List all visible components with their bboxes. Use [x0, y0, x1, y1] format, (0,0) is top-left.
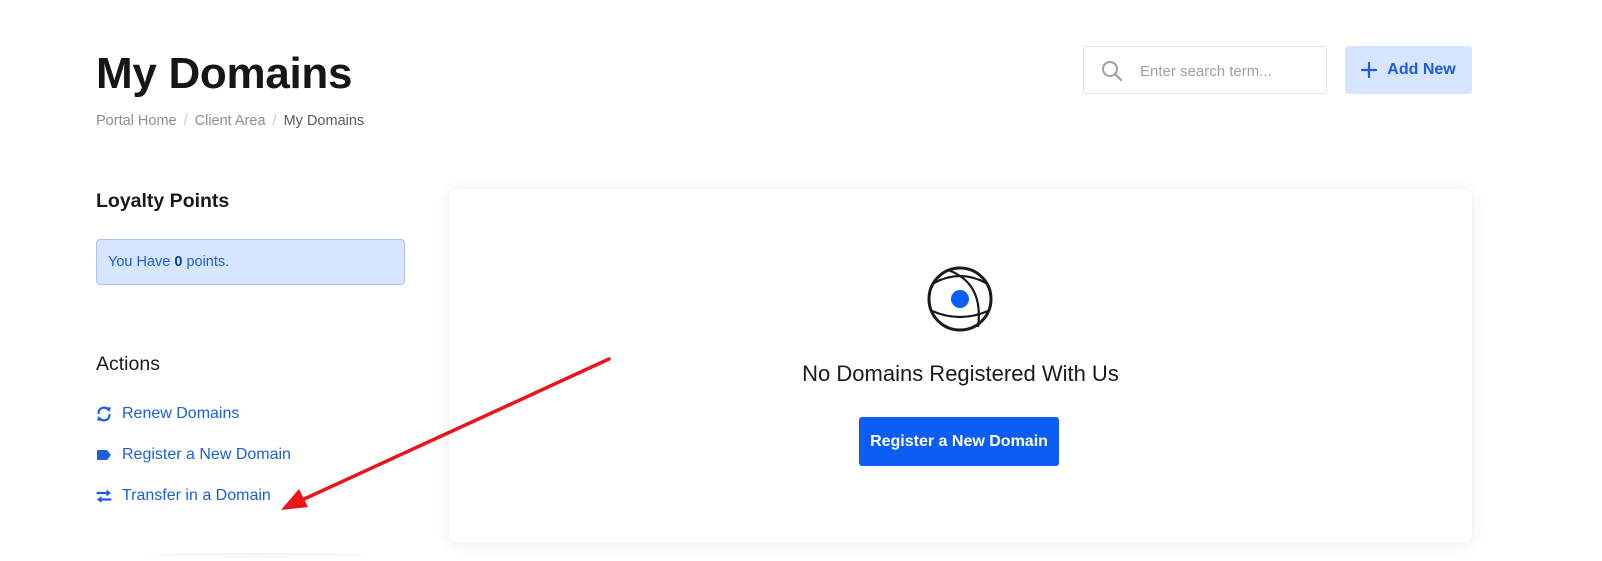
action-label: Renew Domains [122, 405, 240, 422]
empty-state-title: No Domains Registered With Us [802, 361, 1119, 386]
search-input[interactable] [1138, 47, 1322, 95]
tag-icon [97, 450, 111, 460]
sync-icon [97, 406, 111, 422]
breadcrumb: Portal Home / Client Area / My Domains [96, 113, 364, 129]
loyalty-text-before: You Have [108, 254, 171, 270]
loyalty-text-after: points. [186, 254, 230, 270]
domains-card: No Domains Registered With Us Register a… [449, 189, 1472, 542]
add-new-label: Add New [1387, 61, 1456, 78]
breadcrumb-current: My Domains [283, 113, 365, 129]
search-icon [1102, 61, 1123, 82]
actions-heading: Actions [96, 353, 160, 375]
page-title: My Domains [96, 49, 353, 98]
action-label: Register a New Domain [122, 446, 291, 463]
exchange-icon [96, 489, 112, 503]
breadcrumb-client-area[interactable]: Client Area [195, 113, 266, 129]
breadcrumb-separator: / [183, 113, 188, 129]
bottom-shadow [120, 553, 390, 561]
loyalty-points-value: 0 [174, 254, 183, 270]
breadcrumb-separator: / [272, 113, 277, 129]
search-box [1083, 46, 1327, 95]
action-renew-domains[interactable]: Renew Domains [96, 405, 239, 423]
breadcrumb-portal-home[interactable]: Portal Home [96, 113, 177, 129]
action-label: Transfer in a Domain [122, 487, 271, 504]
loyalty-heading: Loyalty Points [96, 190, 230, 212]
register-new-domain-button[interactable]: Register a New Domain [859, 417, 1059, 466]
plus-icon [1361, 62, 1378, 78]
globe-icon [927, 266, 993, 332]
action-transfer-domain[interactable]: Transfer in a Domain [96, 487, 271, 505]
add-new-button[interactable]: Add New [1345, 46, 1472, 94]
loyalty-points-box: You Have 0 points. [96, 239, 405, 285]
action-register-domain[interactable]: Register a New Domain [96, 446, 291, 464]
